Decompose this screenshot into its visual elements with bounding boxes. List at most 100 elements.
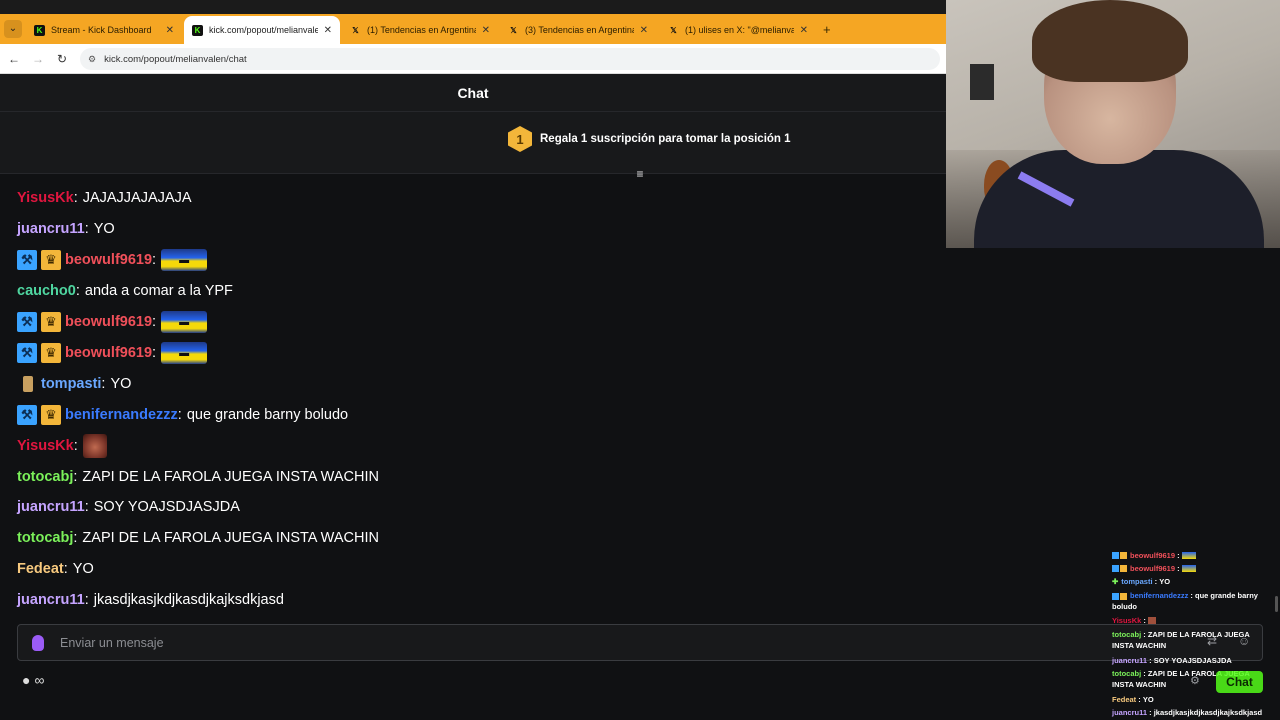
overlay-text: YO — [1159, 577, 1171, 586]
chat-username[interactable]: totocabj — [17, 469, 73, 485]
overlay-message: Fedeat : YO — [1112, 695, 1154, 704]
moderator-badge-icon — [1112, 592, 1119, 600]
chat-message: ⚒ ♛ benifernandezzz: que grande barny bo… — [17, 403, 348, 427]
screen: ⌄ K Stream - Kick Dashboard ✕ K kick.com… — [0, 0, 1280, 720]
reload-icon[interactable]: ↻ — [54, 51, 70, 67]
emoji-icon: ☺ — [1238, 634, 1251, 648]
close-icon[interactable]: ✕ — [800, 25, 808, 36]
chat-username[interactable]: juancru11 — [17, 221, 85, 237]
infinity-icon[interactable]: ∞ — [34, 672, 44, 688]
pinned-text: Regala 1 suscripción para tomar la posic… — [540, 133, 791, 145]
chat-text: YO — [72, 561, 94, 577]
microphone-icon[interactable] — [32, 634, 44, 651]
tab-search-button[interactable]: ⌄ — [4, 20, 22, 38]
chat-message: ⚒ ♛ beowulf9619: ▬ — [17, 310, 208, 334]
chat-username[interactable]: YisusKk — [17, 190, 74, 206]
close-icon[interactable]: ✕ — [482, 25, 490, 36]
chat-username[interactable]: totocabj — [17, 530, 73, 546]
chat-message-list: YisusKk: JAJAJJAJAJAJA juancru11: YO ⚒ ♛… — [0, 182, 946, 618]
tab-ulises[interactable]: 𝕏 (1) ulises en X: "@melianvalen_ ✕ — [660, 16, 816, 44]
chat-message: tompasti: YO — [17, 372, 131, 396]
chat-message: totocabj: ZAPI DE LA FAROLA JUEGA INSTA … — [17, 530, 379, 546]
chat-text: SOY YOAJSDJASJDA — [93, 499, 240, 515]
overlay-text: SOY YOAJSDJASJDA — [1153, 656, 1232, 665]
crown-badge-icon: ♛ — [41, 405, 61, 425]
chat-message: totocabj: ZAPI DE LA FAROLA JUEGA INSTA … — [17, 469, 379, 485]
overlay-message: ✚ tompasti : YO — [1112, 577, 1171, 586]
close-icon[interactable]: ✕ — [324, 25, 332, 36]
chat-text: que grande barny boludo — [186, 407, 349, 423]
chat-username[interactable]: tompasti — [41, 376, 101, 392]
collapse-pinned-icon[interactable]: ≡ — [633, 168, 647, 180]
face-emote — [1148, 617, 1156, 624]
webcam-feed — [946, 0, 1280, 248]
crown-badge-icon: ♛ — [41, 312, 61, 332]
back-icon[interactable]: ← — [6, 51, 22, 67]
emote-menu-icon[interactable]: ● — [22, 672, 30, 688]
moderator-badge-icon: ⚒ — [17, 312, 37, 332]
site-info-icon[interactable]: ⚙ — [88, 54, 96, 65]
chat-message: YisusKk: JAJAJJAJAJAJA — [17, 190, 192, 206]
crown-badge-icon — [1120, 552, 1127, 559]
overlay-username: benifernandezzz — [1130, 591, 1189, 600]
overlay-message: juancru11 : SOY YOAJSDJASJDA — [1112, 656, 1232, 665]
overlay-username: Fedeat — [1112, 695, 1137, 704]
tab-tendencias-3[interactable]: 𝕏 (3) Tendencias en Argentina en ✕ — [500, 16, 656, 44]
x-icon: 𝕏 — [352, 25, 359, 35]
forward-icon[interactable]: → — [30, 51, 46, 67]
chat-username[interactable]: beowulf9619 — [65, 345, 152, 361]
overlay-chat-button: Chat — [1216, 671, 1263, 693]
close-icon[interactable]: ✕ — [640, 25, 648, 36]
gifter-badge-icon — [23, 376, 33, 392]
pinned-banner[interactable]: 1 Regala 1 suscripción para tomar la pos… — [0, 112, 946, 174]
moderator-badge-icon — [1112, 552, 1119, 559]
streamer-body — [974, 150, 1264, 248]
close-icon[interactable]: ✕ — [166, 25, 174, 36]
overlay-text: jkasdjkasjkdjkasdjkajksdkjasd — [1153, 708, 1263, 717]
chat-username[interactable]: juancru11 — [17, 592, 85, 608]
tab-tendencias-1[interactable]: 𝕏 (1) Tendencias en Argentina en ✕ — [342, 16, 498, 44]
moderator-badge-icon: ⚒ — [17, 343, 37, 363]
overlay-message: beowulf9619 : — [1112, 563, 1196, 574]
gear-icon: ⚙ — [1190, 675, 1200, 687]
chat-message: Fedeat: YO — [17, 561, 94, 577]
chat-message: ⚒ ♛ beowulf9619: ▬ — [17, 341, 208, 365]
chat-username[interactable]: caucho0 — [17, 283, 76, 299]
tab-label: kick.com/popout/melianvalen/c — [209, 25, 318, 35]
chat-username[interactable]: YisusKk — [17, 438, 74, 454]
gifter-badge-icon: ✚ — [1112, 577, 1119, 586]
chat-text: YO — [110, 376, 132, 392]
overlay-message: YisusKk : — [1112, 615, 1156, 626]
tab-kick-popout[interactable]: K kick.com/popout/melianvalen/c ✕ — [184, 16, 340, 44]
overlay-message: benifernandezzz : que grande barny bolud… — [1112, 591, 1258, 611]
tab-label: (1) Tendencias en Argentina en — [367, 25, 476, 35]
overlay-message: juancru11 : jkasdjkasjkdjkasdjkajksdkjas… — [1112, 708, 1263, 717]
tab-label: (1) ulises en X: "@melianvalen_ — [685, 25, 794, 35]
moderator-badge-icon — [1112, 565, 1119, 572]
overlay-scrollbar — [1275, 596, 1278, 612]
url-field[interactable]: ⚙ kick.com/popout/melianvalen/chat — [80, 48, 940, 70]
bus-emote — [1181, 552, 1196, 559]
chat-username[interactable]: beowulf9619 — [65, 252, 152, 268]
crown-badge-icon: ♛ — [41, 343, 61, 363]
chat-username[interactable]: benifernandezzz — [65, 407, 178, 423]
overlay-text: YO — [1142, 695, 1154, 704]
bus-emote: ▬ — [161, 342, 208, 364]
chat-username[interactable]: juancru11 — [17, 499, 85, 515]
kick-icon: K — [34, 24, 45, 36]
moderator-badge-icon: ⚒ — [17, 405, 37, 425]
chat-text: jkasdjkasjkdjkasdjkajksdkjasd — [93, 592, 284, 608]
chat-message: juancru11: SOY YOAJSDJASJDA — [17, 499, 240, 515]
chat-message: caucho0: anda a comar a la YPF — [17, 283, 233, 299]
chat-username[interactable]: Fedeat — [17, 561, 64, 577]
tab-kick-dashboard[interactable]: K Stream - Kick Dashboard ✕ — [26, 16, 182, 44]
overlay-username: juancru11 — [1112, 708, 1148, 717]
crown-badge-icon — [1120, 565, 1127, 572]
new-tab-button[interactable]: + — [823, 22, 831, 37]
bus-emote: ▬ — [161, 311, 208, 333]
tab-label: Stream - Kick Dashboard — [51, 25, 152, 35]
chat-input[interactable]: Enviar un mensaje — [17, 624, 1263, 661]
face-emote — [82, 434, 107, 458]
chat-username[interactable]: beowulf9619 — [65, 314, 152, 330]
x-icon: 𝕏 — [510, 25, 517, 35]
